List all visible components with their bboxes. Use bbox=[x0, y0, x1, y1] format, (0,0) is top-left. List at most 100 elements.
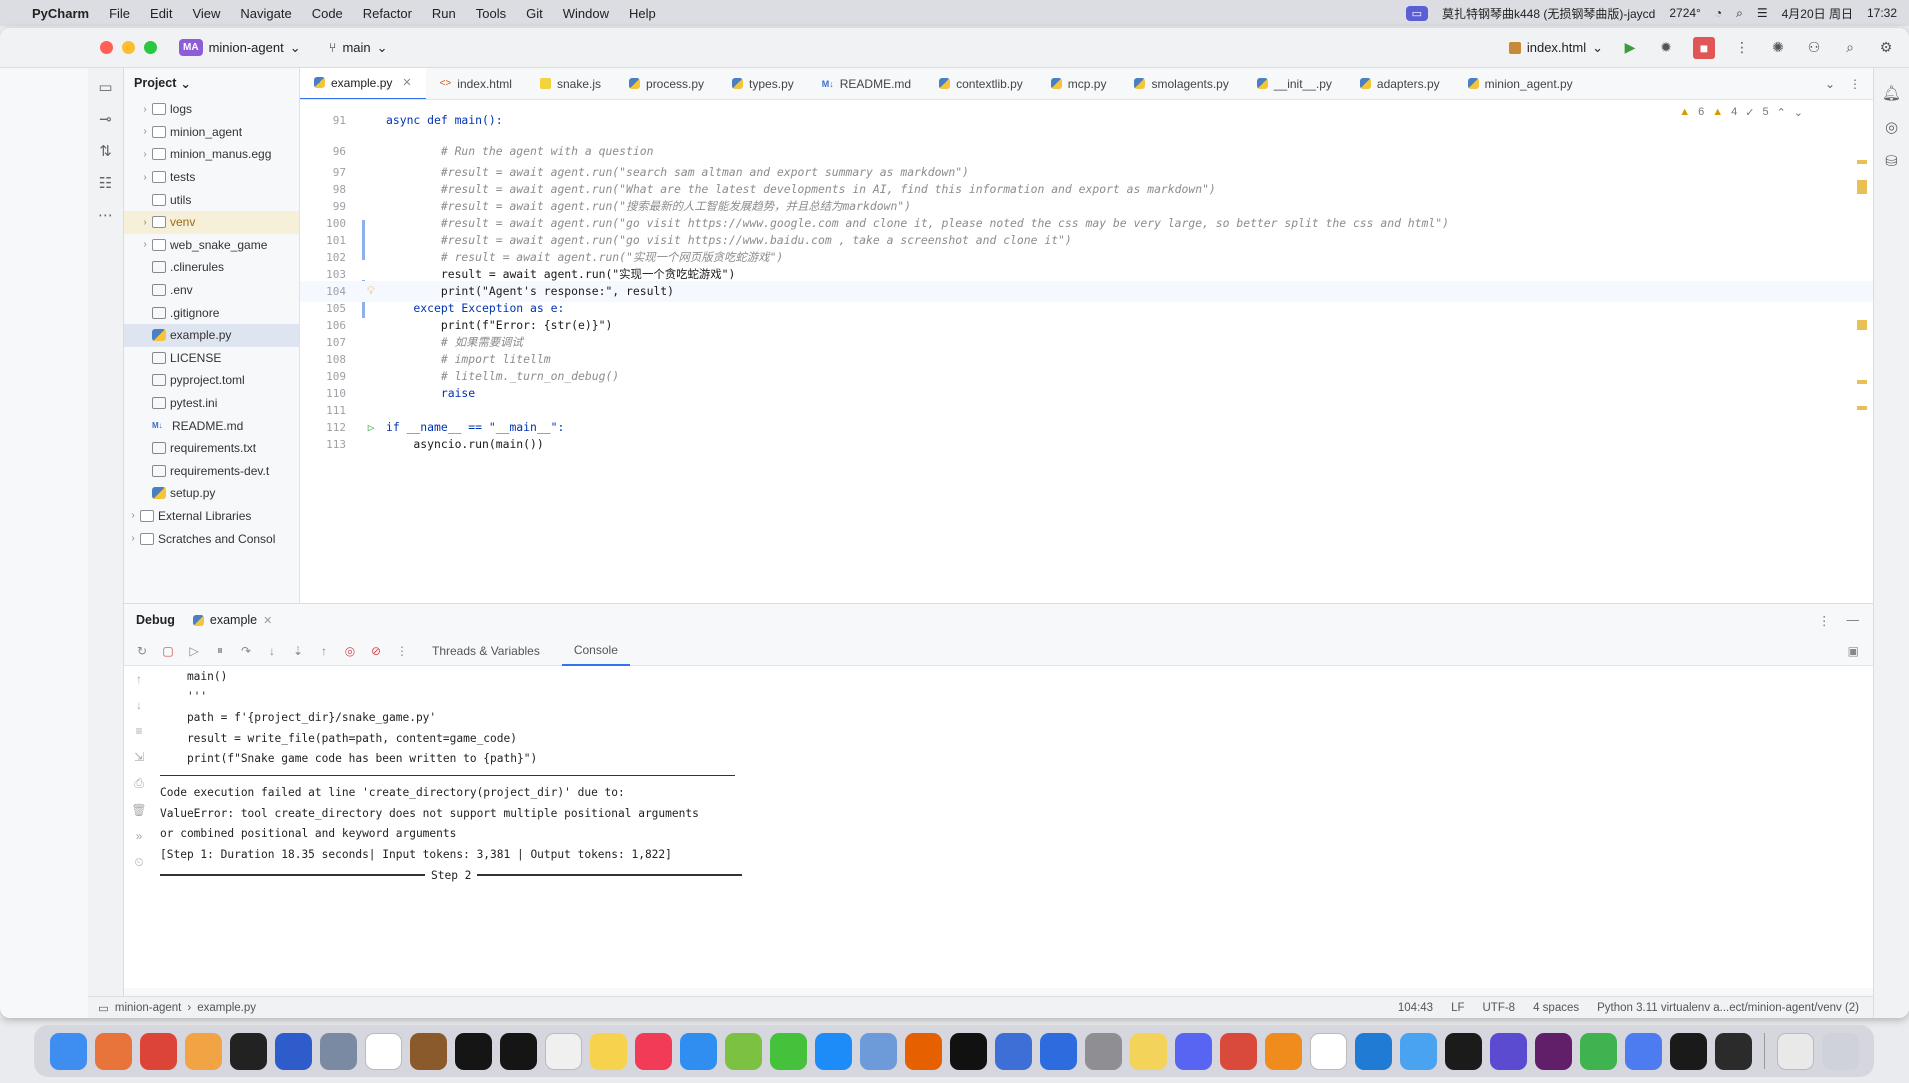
line-number[interactable]: 106 bbox=[300, 319, 356, 332]
tab-readme-md[interactable]: M↓ README.md bbox=[808, 68, 925, 99]
minimize-icon[interactable]: — bbox=[1847, 613, 1860, 628]
line-number[interactable]: 99 bbox=[300, 200, 356, 213]
debug-icon[interactable]: ✹ bbox=[1657, 39, 1675, 57]
line-number[interactable]: 109 bbox=[300, 370, 356, 383]
dock-preview-icon[interactable] bbox=[319, 1032, 357, 1070]
dock-firefox-icon[interactable] bbox=[904, 1032, 942, 1070]
python-interpreter[interactable]: Python 3.11 virtualenv a...ect/minion-ag… bbox=[1597, 1002, 1859, 1014]
line-number[interactable]: 101 bbox=[300, 234, 356, 247]
tab-contextlib-py[interactable]: contextlib.py bbox=[925, 68, 1037, 99]
dock-app-yellow-icon[interactable] bbox=[1129, 1032, 1167, 1070]
tree-item[interactable]: › minion_manus.egg bbox=[124, 143, 299, 166]
line-number[interactable]: 103 bbox=[300, 268, 356, 281]
tab-threads-variables[interactable]: Threads & Variables bbox=[420, 636, 552, 666]
chevron-right-icon[interactable]: › bbox=[138, 217, 152, 228]
line-number[interactable]: 107 bbox=[300, 336, 356, 349]
dock-safari-icon[interactable] bbox=[679, 1032, 717, 1070]
tree-item[interactable]: › minion_agent bbox=[124, 121, 299, 144]
more-icon[interactable]: ⋮ bbox=[1733, 39, 1751, 57]
tab-minion-agent-py[interactable]: minion_agent.py bbox=[1454, 68, 1587, 99]
code-line[interactable]: 113 asyncio.run(main()) bbox=[300, 434, 1873, 455]
tab-smolagents-py[interactable]: smolagents.py bbox=[1120, 68, 1242, 99]
close-window-button[interactable] bbox=[100, 41, 113, 54]
chevron-right-icon[interactable]: › bbox=[138, 172, 152, 183]
scroll-up-icon[interactable]: ↑ bbox=[136, 672, 142, 686]
menu-window[interactable]: Window bbox=[563, 6, 609, 21]
dock-app-star-icon[interactable] bbox=[1219, 1032, 1257, 1070]
tree-item[interactable]: M↓ README.md bbox=[124, 414, 299, 437]
step-over-icon[interactable]: ↷ bbox=[238, 644, 254, 658]
more-icon[interactable]: ⋮ bbox=[1849, 77, 1861, 91]
caret-position[interactable]: 104:43 bbox=[1398, 1002, 1433, 1014]
dock-vscode-icon[interactable] bbox=[1354, 1032, 1392, 1070]
tab-snake-js[interactable]: snake.js bbox=[526, 68, 615, 99]
search-icon[interactable]: ⌕ bbox=[1736, 6, 1743, 21]
chevron-right-icon[interactable]: › bbox=[138, 104, 152, 115]
line-number[interactable]: 104 bbox=[300, 285, 356, 298]
dock-sublime-icon[interactable] bbox=[1264, 1032, 1302, 1070]
code-line[interactable]: 91 async def main(): bbox=[300, 110, 1873, 131]
breadcrumb-file[interactable]: example.py bbox=[197, 1002, 256, 1014]
tree-item[interactable]: requirements.txt bbox=[124, 437, 299, 460]
tree-item[interactable]: pyproject.toml bbox=[124, 369, 299, 392]
tree-item[interactable]: setup.py bbox=[124, 482, 299, 505]
menu-refactor[interactable]: Refactor bbox=[363, 6, 412, 21]
menu-tools[interactable]: Tools bbox=[476, 6, 506, 21]
dock-terminal-icon[interactable] bbox=[229, 1032, 267, 1070]
dock-openai-icon[interactable] bbox=[1714, 1032, 1752, 1070]
more-icon[interactable]: ⋮ bbox=[394, 644, 410, 658]
rerun-icon[interactable]: ↻ bbox=[134, 644, 150, 658]
dock-app-a-icon[interactable] bbox=[994, 1032, 1032, 1070]
now-playing-text[interactable]: 莫扎特钢琴曲k448 (无损钢琴曲版)-jaycd bbox=[1442, 5, 1655, 22]
breadcrumb-project[interactable]: minion-agent bbox=[115, 1002, 181, 1014]
dock-webstorm-icon[interactable] bbox=[454, 1032, 492, 1070]
dock-finder-icon[interactable] bbox=[49, 1032, 87, 1070]
history-icon[interactable]: ⏲︎ bbox=[134, 855, 143, 870]
dock-app-arrow-icon[interactable] bbox=[1624, 1032, 1662, 1070]
menu-edit[interactable]: Edit bbox=[150, 6, 172, 21]
dock-app-purple-icon[interactable] bbox=[1489, 1032, 1527, 1070]
dock-launchpad-icon[interactable] bbox=[94, 1032, 132, 1070]
run-configuration-selector[interactable]: index.html ⌄ bbox=[1508, 40, 1603, 56]
tree-item[interactable]: LICENSE bbox=[124, 347, 299, 370]
view-breakpoints-icon[interactable]: ◎ bbox=[342, 644, 358, 658]
dock-app-circle-icon[interactable] bbox=[859, 1032, 897, 1070]
line-separator[interactable]: LF bbox=[1451, 1002, 1464, 1014]
scroll-down-icon[interactable]: ↓ bbox=[136, 698, 142, 712]
line-number[interactable]: 100 bbox=[300, 217, 356, 230]
tab-index-html[interactable]: <> index.html bbox=[426, 68, 526, 99]
line-number[interactable]: 105 bbox=[300, 302, 356, 315]
tab-process-py[interactable]: process.py bbox=[615, 68, 718, 99]
screen-share-icon[interactable]: ▭ bbox=[1405, 5, 1428, 21]
menubar-time[interactable]: 17:32 bbox=[1867, 6, 1897, 20]
line-number[interactable]: 96 bbox=[300, 145, 356, 158]
dock-calendar-icon[interactable] bbox=[364, 1032, 402, 1070]
menu-app-name[interactable]: PyCharm bbox=[32, 6, 89, 21]
pause-icon[interactable]: ⏸︎ bbox=[212, 643, 228, 658]
wifi-icon[interactable]: ◔ bbox=[1715, 6, 1722, 20]
stop-icon[interactable]: ▢ bbox=[160, 644, 176, 658]
dock-activity-icon[interactable] bbox=[1444, 1032, 1482, 1070]
tab-example-py[interactable]: example.py ✕ bbox=[300, 68, 426, 99]
tree-item[interactable]: › venv bbox=[124, 210, 299, 234]
menu-file[interactable]: File bbox=[109, 6, 130, 21]
dock-numbers-icon[interactable] bbox=[1579, 1032, 1617, 1070]
project-switcher[interactable]: MA minion-agent ⌄ bbox=[179, 39, 301, 56]
resume-icon[interactable]: ▷ bbox=[186, 644, 202, 658]
line-number[interactable]: 112 bbox=[300, 421, 356, 434]
structure-icon[interactable]: ☷ bbox=[99, 174, 112, 192]
soft-wrap-icon[interactable]: ≡ bbox=[135, 724, 142, 738]
line-number[interactable]: 108 bbox=[300, 353, 356, 366]
zoom-window-button[interactable] bbox=[144, 41, 157, 54]
project-panel-header[interactable]: Project ⌄ bbox=[124, 68, 299, 98]
chevron-down-icon[interactable]: ⌄ bbox=[1825, 77, 1835, 91]
dock-slack-icon[interactable] bbox=[1534, 1032, 1572, 1070]
control-center-icon[interactable]: ☰ bbox=[1757, 6, 1768, 20]
tree-item[interactable]: .gitignore bbox=[124, 301, 299, 324]
dock-notes-icon[interactable] bbox=[589, 1032, 627, 1070]
dock-rubymine-icon[interactable] bbox=[499, 1032, 537, 1070]
dock-app-dark-icon[interactable] bbox=[1669, 1032, 1707, 1070]
menu-run[interactable]: Run bbox=[432, 6, 456, 21]
step-into-icon[interactable]: ↓ bbox=[264, 644, 280, 658]
chevron-right-icon[interactable]: › bbox=[138, 126, 152, 137]
